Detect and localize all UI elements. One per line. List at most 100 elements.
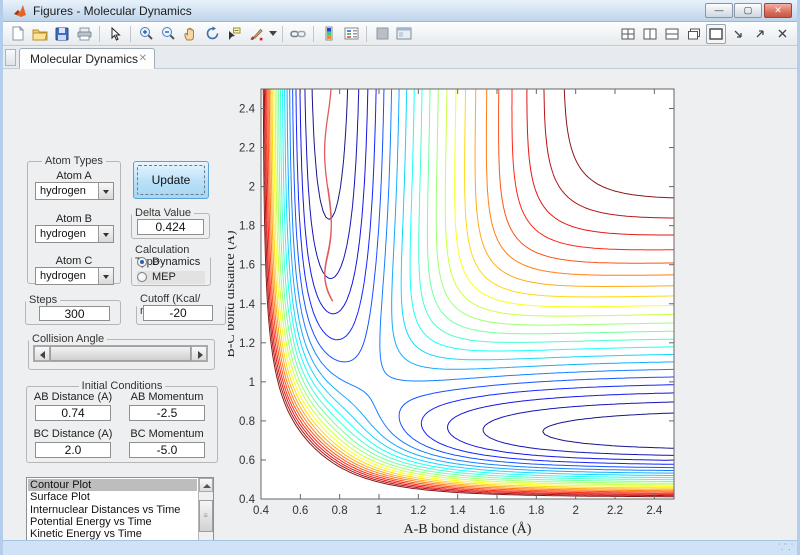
contour-plot[interactable]: 0.4 0.6 0.8 1 1.2 1.4 1.6 1.8 2 2.2 2.4 0.4 0.6 0.8 1 1… — [222, 72, 794, 540]
ab-distance-input[interactable] — [35, 405, 111, 421]
radio-mep-label: MEP — [152, 271, 176, 283]
list-item[interactable]: Contour Plot — [28, 479, 197, 492]
delta-value-input[interactable] — [137, 219, 204, 235]
radio-icon[interactable] — [137, 272, 147, 282]
y-tick-label: 1.2 — [239, 338, 255, 350]
hide-plot-tools-icon[interactable] — [372, 24, 392, 44]
x-tick-label: 1.8 — [528, 505, 544, 517]
combo-button[interactable] — [98, 183, 113, 199]
combo-button[interactable] — [98, 226, 113, 242]
vertical-scroll-thumb[interactable]: ≡ — [199, 500, 213, 532]
atom-types-title: Atom Types — [45, 155, 103, 167]
y-tick-label: 2 — [249, 182, 255, 194]
radio-dynamics[interactable]: Dynamics — [137, 256, 205, 269]
insert-colorbar-icon[interactable] — [319, 24, 339, 44]
tile-columns-icon[interactable] — [640, 24, 660, 44]
atom-b-select[interactable]: hydrogen — [35, 225, 114, 243]
contour-plot-svg[interactable]: 0.4 0.6 0.8 1 1.2 1.4 1.6 1.8 2 2.2 2.4 0.4 0.6 0.8 1 1… — [222, 72, 794, 540]
brush-dropdown-icon[interactable] — [268, 24, 277, 44]
float-windows-icon[interactable] — [684, 24, 704, 44]
combo-button[interactable] — [98, 268, 113, 284]
ab-momentum-input[interactable] — [129, 405, 205, 421]
collision-angle-slider[interactable] — [33, 345, 208, 362]
y-tick-label: 1.6 — [239, 260, 255, 272]
atom-c-select[interactable]: hydrogen — [35, 267, 114, 285]
zoom-out-icon[interactable] — [158, 24, 178, 44]
slider-thumb[interactable] — [50, 346, 191, 361]
bc-momentum-label: BC Momentum — [130, 428, 204, 440]
x-tick-label: 0.4 — [253, 505, 270, 517]
radio-mep[interactable]: MEP — [137, 271, 205, 284]
radio-icon[interactable] — [137, 257, 147, 267]
chevron-down-icon — [103, 190, 109, 194]
atom-a-label: Atom A — [56, 170, 92, 182]
steps-input[interactable] — [39, 306, 110, 321]
open-file-icon[interactable] — [30, 24, 50, 44]
data-cursor-icon[interactable] — [224, 24, 244, 44]
chevron-down-icon — [103, 233, 109, 237]
rotate-3d-icon[interactable] — [202, 24, 222, 44]
tab-close-icon[interactable]: ✕ — [139, 53, 147, 64]
title-bar[interactable]: Figures - Molecular Dynamics — ▢ ✕ — [3, 0, 797, 22]
atom-b-value: hydrogen — [40, 228, 86, 240]
resize-grip[interactable]: ⸪⸪ — [778, 540, 793, 553]
y-tick-label: 2.4 — [239, 104, 256, 116]
atom-c-label: Atom C — [55, 255, 93, 267]
x-tick-label: 1.2 — [410, 505, 426, 517]
update-button[interactable]: Update — [133, 161, 209, 199]
print-figure-icon[interactable] — [74, 24, 94, 44]
plot-background — [261, 89, 674, 499]
save-figure-icon[interactable] — [52, 24, 72, 44]
ab-momentum-label: AB Momentum — [130, 391, 204, 403]
toolbar-separator — [282, 25, 283, 42]
tab-list-stub[interactable] — [5, 49, 16, 66]
tile-rows-icon[interactable] — [662, 24, 682, 44]
slider-left-arrow[interactable] — [34, 346, 50, 361]
y-tick-label: 2.2 — [239, 143, 255, 155]
matlab-logo-icon — [14, 5, 26, 17]
brush-icon[interactable] — [246, 24, 266, 44]
insert-legend-icon[interactable] — [341, 24, 361, 44]
scroll-up-button[interactable] — [199, 478, 213, 492]
figure-toolbar — [3, 22, 797, 46]
minimize-button[interactable]: — — [705, 3, 733, 18]
y-tick-label: 1 — [249, 377, 255, 389]
link-plot-icon[interactable] — [288, 24, 308, 44]
close-button[interactable]: ✕ — [764, 3, 792, 18]
x-tick-label: 0.6 — [292, 505, 308, 517]
steps-title: Steps — [29, 294, 58, 306]
delta-value-title: Delta Value — [135, 207, 192, 219]
undock-arrow-icon[interactable] — [750, 24, 770, 44]
zoom-in-icon[interactable] — [136, 24, 156, 44]
toolbar-separator — [366, 25, 367, 42]
new-figure-icon[interactable] — [8, 24, 28, 44]
slider-right-arrow[interactable] — [191, 346, 207, 361]
maximize-button[interactable]: ▢ — [734, 3, 762, 18]
chevron-down-icon — [103, 275, 109, 279]
focus-ring — [137, 165, 205, 195]
dock-arrow-icon[interactable] — [728, 24, 748, 44]
ab-distance-label: AB Distance (A) — [33, 391, 113, 403]
atom-a-value: hydrogen — [40, 185, 86, 197]
close-tab-group-icon[interactable] — [772, 24, 792, 44]
list-item[interactable]: Kinetic Energy vs Time — [28, 528, 197, 540]
atom-a-select[interactable]: hydrogen — [35, 182, 114, 200]
tile-grid-icon[interactable] — [618, 24, 638, 44]
tab-molecular-dynamics[interactable]: Molecular Dynamics ✕ — [19, 48, 155, 69]
x-tick-label: 0.8 — [332, 505, 348, 517]
bc-distance-input[interactable] — [35, 442, 111, 458]
x-tick-label: 2.2 — [607, 505, 623, 517]
pan-icon[interactable] — [180, 24, 200, 44]
show-plot-tools-icon[interactable] — [394, 24, 414, 44]
collision-angle-title: Collision Angle — [32, 333, 105, 345]
thumb-grip: ≡ — [203, 512, 209, 520]
maximize-tab-icon[interactable] — [706, 23, 726, 44]
list-item[interactable]: Potential Energy vs Time — [28, 516, 197, 528]
list-item[interactable]: Surface Plot — [28, 491, 197, 503]
bc-momentum-input[interactable] — [129, 442, 205, 458]
cutoff-input[interactable] — [143, 305, 213, 321]
right-arrow-icon — [198, 351, 203, 359]
pointer-icon[interactable] — [105, 24, 125, 44]
y-tick-label: 0.6 — [239, 455, 255, 467]
list-item[interactable]: Internuclear Distances vs Time — [28, 504, 197, 516]
